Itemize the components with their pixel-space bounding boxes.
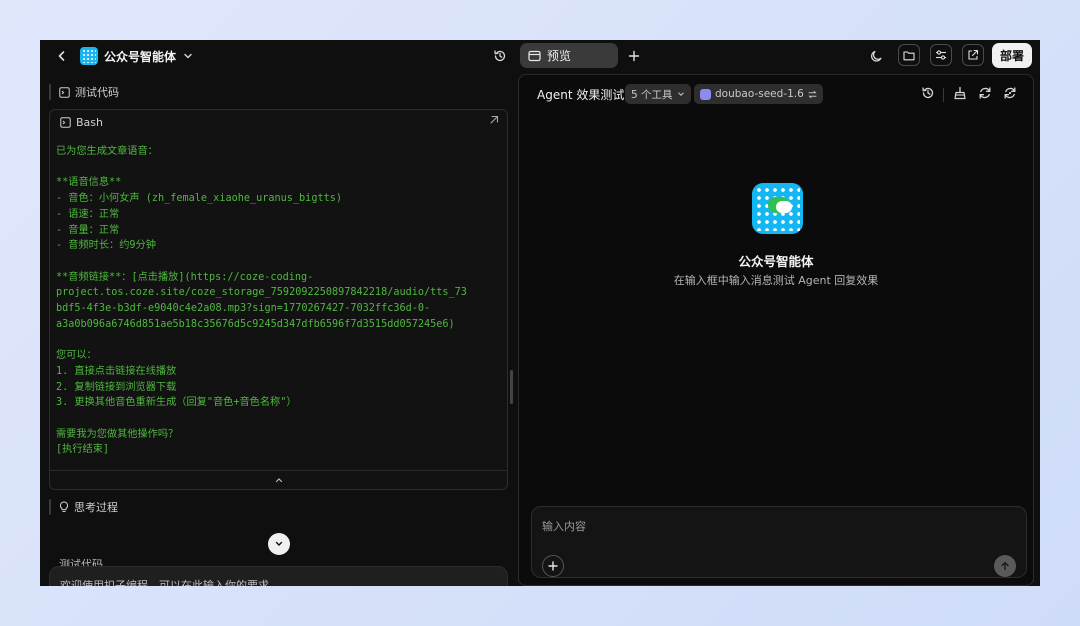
section-test-code[interactable]: 测试代码 — [49, 80, 508, 104]
agent-hint: 在输入框中输入消息测试 Agent 回复效果 — [673, 274, 879, 287]
external-link-icon — [967, 49, 979, 61]
agent-chat-input-box — [531, 506, 1027, 578]
agent-name: 公众号智能体 — [738, 254, 814, 269]
deploy-button[interactable]: 部署 — [992, 43, 1032, 68]
collapse-output-button[interactable] — [50, 470, 507, 489]
terminal-icon — [60, 116, 71, 128]
pane-resize-handle[interactable] — [510, 370, 513, 404]
chevron-left-icon — [56, 50, 68, 62]
theme-toggle-button[interactable] — [866, 46, 886, 66]
history-icon[interactable] — [921, 86, 935, 100]
chevron-up-icon — [274, 476, 284, 484]
section-thinking[interactable]: 思考过程 — [49, 495, 508, 519]
toolbar-divider — [943, 88, 944, 102]
folder-button[interactable] — [898, 44, 920, 66]
scroll-down-button[interactable] — [268, 533, 290, 555]
moon-icon — [870, 50, 883, 63]
terminal-icon — [59, 86, 70, 98]
agent-logo-icon — [752, 183, 803, 234]
left-chat-input[interactable]: 欢迎使用扣子编程，可以在此输入你的要求。 — [49, 566, 508, 586]
section-test-code-label: 测试代码 — [75, 86, 119, 99]
top-bar: 公众号智能体 预览 部署 — [40, 40, 1040, 72]
model-selector[interactable]: doubao-seed-1.6 — [694, 84, 823, 104]
model-chip-label: doubao-seed-1.6 — [715, 88, 804, 100]
open-external-button[interactable] — [962, 44, 984, 66]
left-pane: 测试代码 Bash 已为您生成文章语音： **语音信息** - 音色：小何女声 … — [40, 72, 514, 586]
plus-icon — [548, 561, 558, 571]
broom-icon[interactable] — [953, 86, 967, 100]
agent-preview-pane: Agent 效果测试 5 个工具 doubao-seed-1.6 公众号智能体 … — [518, 74, 1034, 586]
bash-output-text: 已为您生成文章语音： **语音信息** - 音色：小何女声 (zh_female… — [56, 146, 467, 456]
refresh-icon[interactable] — [978, 86, 992, 100]
swap-icon — [808, 90, 817, 99]
tools-dropdown[interactable]: 5 个工具 — [625, 84, 691, 104]
app-logo-icon — [80, 47, 98, 65]
agent-test-title: Agent 效果测试 — [537, 88, 625, 102]
chevron-down-icon — [182, 50, 194, 62]
sliders-icon — [935, 49, 947, 61]
back-button[interactable] — [52, 46, 72, 66]
expand-icon[interactable] — [489, 115, 499, 125]
history-icon — [493, 49, 507, 63]
bash-header: Bash — [50, 110, 507, 134]
lightbulb-icon — [59, 501, 69, 513]
section-test-code-2-label: 测试代码 — [59, 558, 103, 566]
chevron-down-icon — [274, 540, 284, 548]
tab-preview-label: 预览 — [547, 49, 572, 63]
section-thinking-label: 思考过程 — [74, 501, 118, 514]
send-button[interactable] — [994, 555, 1016, 577]
bash-label: Bash — [76, 115, 103, 129]
tools-chip-label: 5 个工具 — [631, 88, 673, 101]
add-tab-button[interactable] — [624, 46, 644, 66]
tab-preview[interactable]: 预览 — [520, 43, 618, 68]
plus-icon — [628, 50, 640, 62]
app-title-text: 公众号智能体 — [104, 49, 177, 64]
model-icon — [700, 88, 711, 100]
arrow-up-icon — [1000, 561, 1010, 571]
attach-button[interactable] — [542, 555, 564, 577]
history-button[interactable] — [490, 46, 510, 66]
folder-icon — [903, 50, 915, 61]
bash-output-panel: Bash 已为您生成文章语音： **语音信息** - 音色：小何女声 (zh_f… — [49, 109, 508, 490]
settings-button[interactable] — [930, 44, 952, 66]
reset-icon[interactable] — [1003, 86, 1017, 100]
chevron-down-icon — [677, 90, 685, 98]
window-icon — [528, 50, 541, 62]
app-window: 公众号智能体 预览 部署 测试代码 Bash 已为您生成文章语音： **语音信息… — [40, 40, 1040, 586]
app-title-dropdown[interactable]: 公众号智能体 — [80, 44, 194, 68]
message-input[interactable] — [542, 515, 942, 537]
